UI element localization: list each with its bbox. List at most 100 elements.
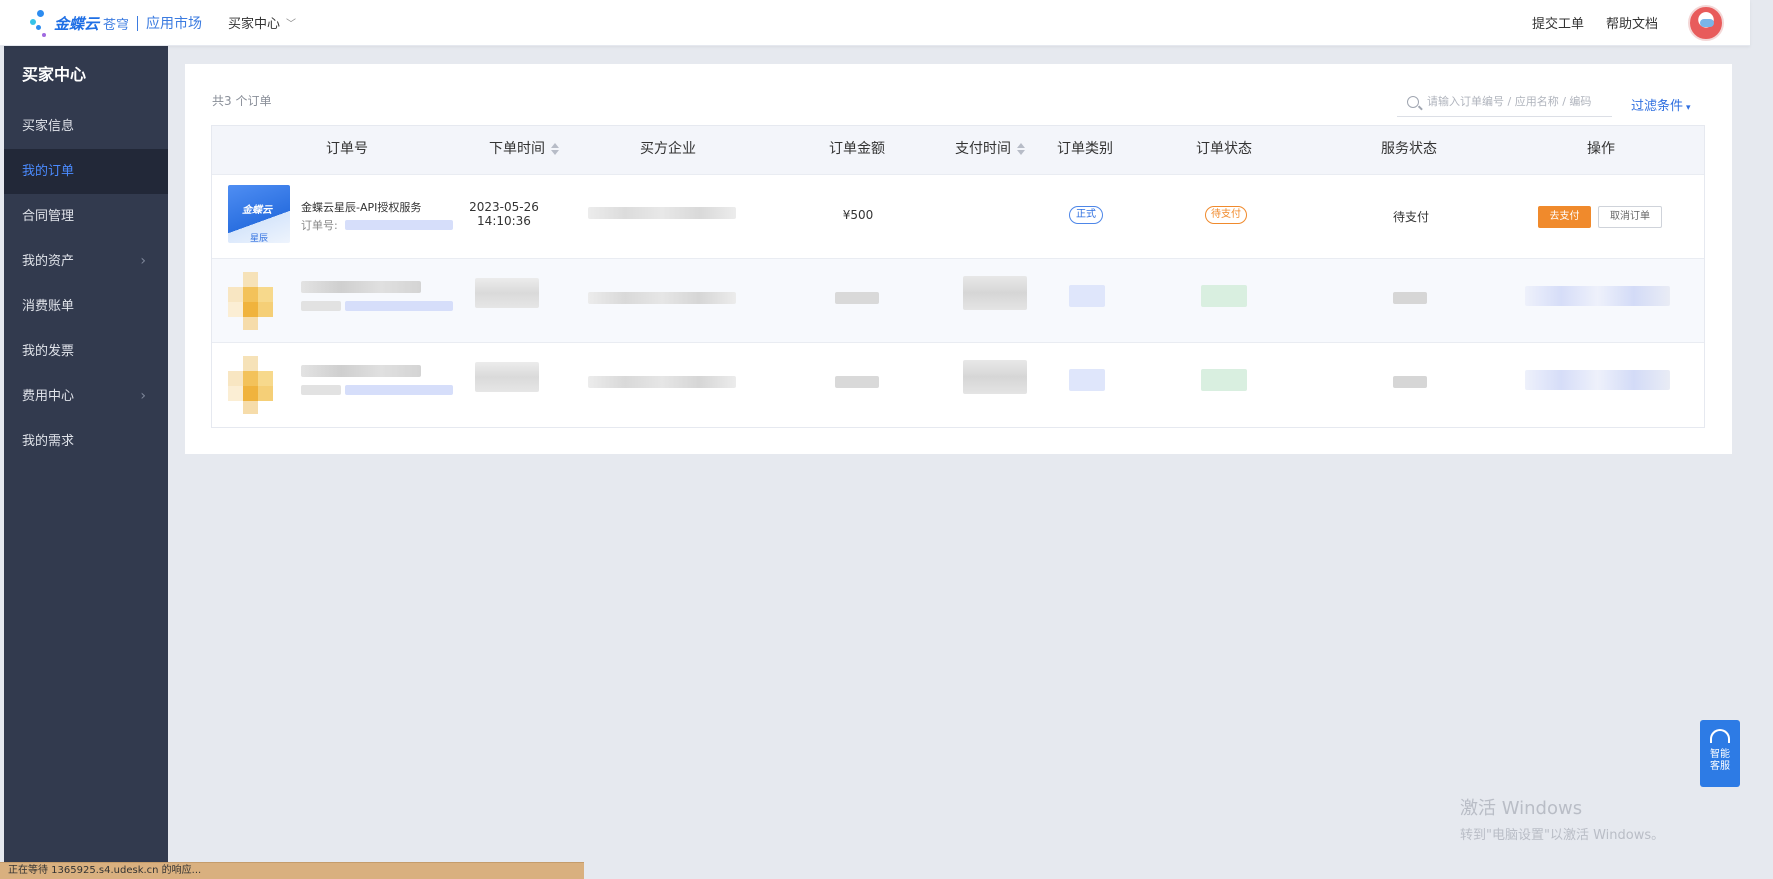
col-amount: 订单金额	[829, 141, 885, 157]
sidebar-item-invoices[interactable]: 我的发票	[4, 329, 168, 374]
redacted-text	[1201, 369, 1247, 391]
sidebar-item-label: 我的订单	[22, 164, 75, 179]
headset-icon	[1710, 729, 1730, 743]
order-amount: ¥500	[842, 208, 874, 222]
redacted-text	[1069, 285, 1105, 307]
filter-label: 过滤条件	[1631, 99, 1684, 114]
browser-status-bar: 正在等待 1365925.s4.udesk.cn 的响应...	[0, 862, 584, 879]
header-right: 提交工单 帮助文档	[1532, 0, 1750, 45]
brand-name: 金蝶云	[54, 14, 100, 33]
caret-down-icon: ▾	[1686, 103, 1691, 113]
watermark-line1: 激活 Windows	[1460, 798, 1583, 819]
order-status-badge: 待支付	[1205, 206, 1247, 224]
brand-market: 应用市场	[146, 16, 203, 32]
product-thumbnail[interactable]: 金蝶云 星辰	[228, 185, 290, 243]
redacted-text	[1201, 285, 1247, 307]
redacted-text	[963, 276, 1027, 310]
sort-icon[interactable]	[1017, 142, 1025, 156]
redacted-text	[345, 385, 453, 395]
sidebar-item-label: 消费账单	[22, 299, 75, 314]
redacted-text	[835, 292, 879, 304]
order-type-badge: 正式	[1069, 206, 1103, 224]
chevron-right-icon: ›	[140, 253, 146, 269]
service-status: 待支付	[1392, 210, 1429, 224]
sidebar-title: 买家中心	[22, 65, 87, 84]
redacted-text	[301, 365, 421, 377]
sidebar-item-label: 买家信息	[22, 119, 75, 134]
brand-divider	[137, 15, 139, 31]
order-count: 共3 个订单	[212, 94, 272, 108]
table-row	[212, 342, 1704, 426]
sidebar-item-label: 我的发票	[22, 344, 75, 359]
watermark-line2: 转到"电脑设置"以激活 Windows。	[1460, 828, 1665, 843]
thumbnail-brand: 金蝶云	[242, 205, 272, 216]
redacted-actions	[1525, 286, 1670, 306]
sidebar-item-label: 费用中心	[22, 389, 75, 404]
brand-sub: 苍穹	[103, 17, 130, 33]
order-no-label: 订单号:	[301, 219, 338, 232]
brand-logo[interactable]: 金蝶云 苍穹 应用市场	[28, 6, 202, 40]
table-row	[212, 258, 1704, 342]
redacted-text	[1069, 369, 1105, 391]
sidebar-item-label: 合同管理	[22, 209, 75, 224]
sidebar-item-my-orders[interactable]: 我的订单	[4, 149, 168, 194]
redacted-thumbnail	[228, 356, 288, 414]
search-icon	[1407, 95, 1419, 108]
sidebar: 买家中心 买家信息 我的订单 合同管理 我的资产 › 消费账单 我的发票 费用中心…	[4, 46, 168, 879]
cancel-order-button[interactable]: 取消订单	[1598, 206, 1662, 228]
sidebar-item-label: 我的需求	[22, 434, 75, 449]
col-order-time[interactable]: 下单时间	[489, 125, 559, 174]
orders-card: 共3 个订单 过滤条件▾ 订单号 下单时间 买方企业 订单金额 支付时间 订单类…	[185, 64, 1732, 454]
sidebar-item-my-assets[interactable]: 我的资产 ›	[4, 239, 168, 284]
redacted-text	[301, 301, 341, 311]
windows-activation-watermark: 激活 Windows 转到"电脑设置"以激活 Windows。	[1460, 794, 1664, 843]
redacted-text	[1393, 292, 1427, 304]
redacted-text	[588, 376, 736, 388]
sidebar-item-buyer-info[interactable]: 买家信息	[4, 104, 168, 149]
smart-service-label-line1: 智能	[1710, 749, 1730, 760]
smart-service-button[interactable]: 智能 客服	[1700, 720, 1740, 787]
redacted-thumbnail	[228, 272, 288, 330]
redacted-buyer	[588, 207, 736, 219]
search-input[interactable]	[1425, 94, 1595, 109]
smart-service-label-line2: 客服	[1710, 761, 1730, 772]
col-actions: 操作	[1587, 141, 1615, 157]
submit-ticket-link[interactable]: 提交工单	[1532, 13, 1584, 32]
sidebar-item-billing-center[interactable]: 费用中心 ›	[4, 374, 168, 419]
col-pay-time[interactable]: 支付时间	[955, 125, 1025, 174]
top-header: 金蝶云 苍穹 应用市场 买家中心 ﹀ 提交工单 帮助文档	[0, 0, 1750, 46]
chevron-right-icon: ›	[140, 388, 146, 404]
redacted-text	[301, 385, 341, 395]
col-order-no: 订单号	[326, 141, 368, 157]
buyer-center-menu[interactable]: 买家中心 ﹀	[228, 13, 296, 32]
redacted-text	[301, 281, 421, 293]
col-buyer: 买方企业	[640, 141, 696, 157]
redacted-order-no	[345, 220, 453, 230]
col-pay-time-label: 支付时间	[955, 141, 1011, 157]
redacted-text	[835, 376, 879, 388]
smart-service-label: 智能 客服	[1700, 749, 1740, 773]
col-type: 订单类别	[1057, 141, 1113, 157]
sort-icon[interactable]	[551, 142, 559, 156]
help-docs-link[interactable]: 帮助文档	[1606, 13, 1658, 32]
thumbnail-sub: 星辰	[250, 234, 269, 243]
order-search	[1397, 87, 1612, 117]
order-time: 14:10:36	[477, 214, 531, 228]
redacted-text	[345, 301, 453, 311]
redacted-text	[963, 360, 1027, 394]
buyer-center-menu-label: 买家中心	[228, 17, 281, 32]
order-date: 2023-05-26	[469, 200, 539, 214]
sidebar-item-bills[interactable]: 消费账单	[4, 284, 168, 329]
redacted-actions	[1525, 370, 1670, 390]
product-name[interactable]: 金蝶云星辰-API授权服务	[301, 199, 421, 215]
user-avatar[interactable]	[1688, 4, 1724, 41]
kingdee-logo-icon	[28, 8, 50, 38]
sidebar-item-my-requirements[interactable]: 我的需求	[4, 419, 168, 464]
table-row	[212, 174, 1704, 258]
col-order-time-label: 下单时间	[489, 141, 545, 157]
redacted-text	[475, 278, 539, 308]
redacted-text	[588, 292, 736, 304]
sidebar-item-contracts[interactable]: 合同管理	[4, 194, 168, 239]
pay-button[interactable]: 去支付	[1538, 206, 1591, 228]
filter-button[interactable]: 过滤条件 ▾	[1631, 95, 1691, 114]
